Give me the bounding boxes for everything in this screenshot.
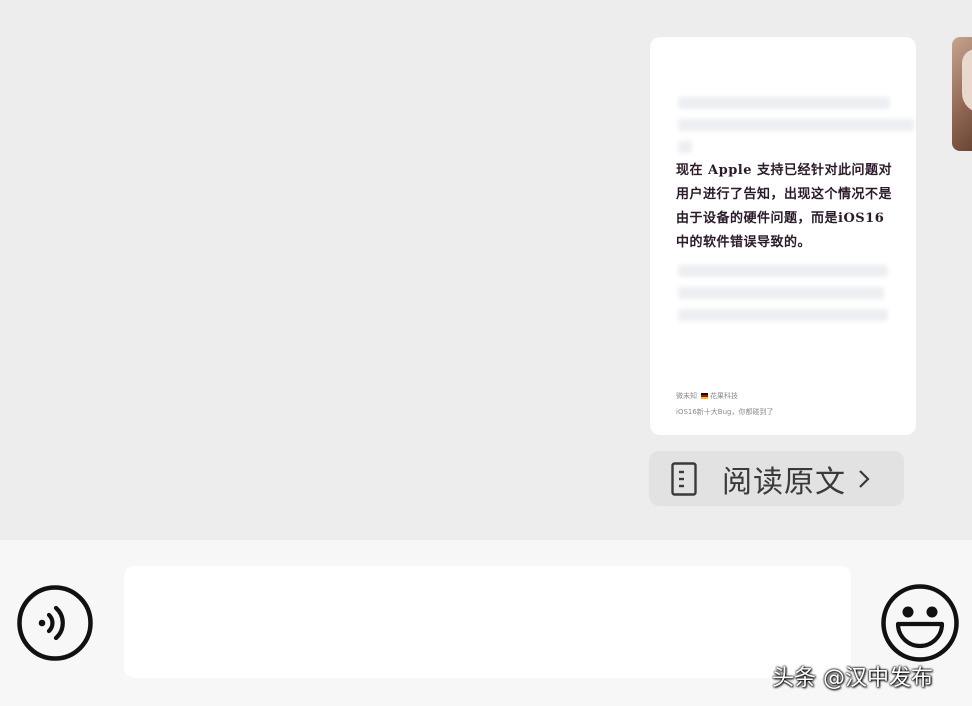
flag-icon: [701, 392, 708, 399]
watermark-text: 头条 @汉中发布: [772, 666, 933, 691]
article-card[interactable]: 现在 Apple 支持已经针对此问题对用户进行了告知，出现这个情况不是由于设备的…: [650, 37, 916, 435]
blurred-text-line: [678, 265, 888, 277]
author-name: 微未知: [676, 392, 697, 400]
article-caption-line: iOS16新十大Bug，你都碰到了: [676, 408, 774, 416]
blurred-text-line: [678, 141, 692, 153]
message-input[interactable]: [124, 566, 851, 678]
avatar[interactable]: [952, 37, 972, 151]
document-icon: [671, 461, 697, 496]
article-body-text: 现在 Apple 支持已经针对此问题对用户进行了告知，出现这个情况不是由于设备的…: [676, 163, 893, 250]
blurred-text-line: [678, 119, 914, 131]
voice-icon[interactable]: [17, 585, 93, 661]
read-original-button[interactable]: 阅读原文: [649, 451, 904, 506]
blurred-text-line: [678, 287, 884, 299]
chevron-right-icon: [859, 469, 870, 488]
author-source: 花果科技: [710, 392, 738, 400]
smile-icon[interactable]: [881, 584, 959, 662]
chat-area: 现在 Apple 支持已经针对此问题对用户进行了告知，出现这个情况不是由于设备的…: [0, 0, 972, 540]
blurred-text-line: [678, 97, 890, 109]
read-original-label: 阅读原文: [722, 464, 846, 500]
blurred-text-line: [678, 309, 888, 321]
article-author-line: 微未知 花果科技: [676, 391, 738, 401]
